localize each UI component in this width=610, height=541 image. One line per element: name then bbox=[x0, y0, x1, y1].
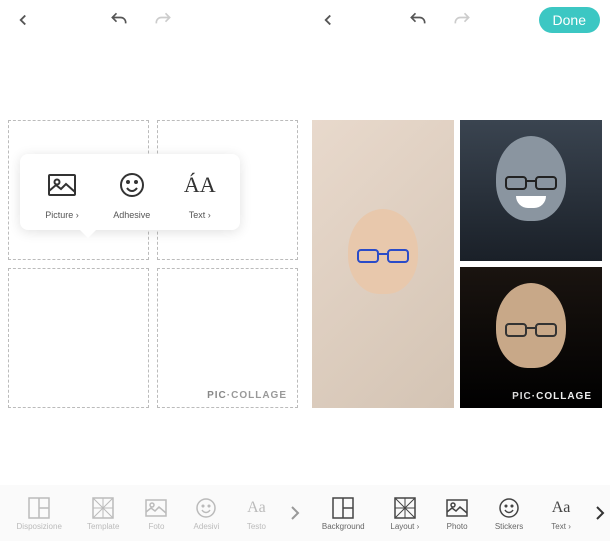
tool-label: Template bbox=[87, 522, 119, 531]
tool-label: Stickers bbox=[495, 522, 523, 531]
tool-background[interactable]: Background bbox=[322, 496, 365, 531]
redo-icon[interactable] bbox=[449, 7, 475, 33]
tool-disposizione[interactable]: Disposizione bbox=[17, 496, 62, 531]
text-tool-icon: Aa bbox=[244, 496, 268, 520]
tool-label: Background bbox=[322, 522, 365, 531]
template-icon bbox=[91, 496, 115, 520]
sticker-icon bbox=[497, 496, 521, 520]
collage-photo[interactable] bbox=[312, 120, 454, 408]
tool-adesivi[interactable]: Adesivi bbox=[194, 496, 220, 531]
tool-stickers[interactable]: Stickers bbox=[495, 496, 523, 531]
tool-testo[interactable]: Aa Testo bbox=[244, 496, 268, 531]
popup-adhesive-button[interactable]: Adhesive bbox=[113, 170, 150, 220]
smiley-icon bbox=[117, 170, 147, 200]
collage-cell[interactable]: PIC·COLLAGE bbox=[157, 268, 298, 408]
text-tool-icon: Aa bbox=[549, 496, 573, 520]
tool-label: Text › bbox=[551, 522, 571, 531]
left-topbar bbox=[0, 0, 305, 40]
undo-icon[interactable] bbox=[405, 7, 431, 33]
photo-icon bbox=[144, 496, 168, 520]
tool-label: Disposizione bbox=[17, 522, 62, 531]
add-popup: Picture › Adhesive ÁA Text › bbox=[20, 154, 240, 230]
tool-label: Foto bbox=[148, 522, 164, 531]
tool-foto[interactable]: Foto bbox=[144, 496, 168, 531]
done-button[interactable]: Done bbox=[539, 7, 600, 33]
back-icon[interactable] bbox=[10, 7, 36, 33]
tool-text[interactable]: Aa Text › bbox=[549, 496, 573, 531]
layout-icon bbox=[331, 496, 355, 520]
undo-icon[interactable] bbox=[106, 7, 132, 33]
template-icon bbox=[393, 496, 417, 520]
tool-label: Layout › bbox=[390, 522, 419, 531]
collage-cell[interactable] bbox=[8, 268, 149, 408]
toolbar-next-icon[interactable] bbox=[285, 505, 305, 521]
collage-photo[interactable]: PIC·COLLAGE bbox=[460, 267, 602, 408]
redo-icon[interactable] bbox=[150, 7, 176, 33]
sticker-icon bbox=[194, 496, 218, 520]
right-collage-canvas: PIC·COLLAGE bbox=[312, 120, 602, 408]
watermark: PIC·COLLAGE bbox=[207, 390, 287, 401]
popup-picture-button[interactable]: Picture › bbox=[45, 170, 79, 220]
popup-text-label: Text › bbox=[189, 210, 211, 220]
popup-picture-label: Picture › bbox=[45, 210, 79, 220]
layout-icon bbox=[27, 496, 51, 520]
tool-template[interactable]: Template bbox=[87, 496, 119, 531]
photo-icon bbox=[445, 496, 469, 520]
tool-layout[interactable]: Layout › bbox=[390, 496, 419, 531]
tool-label: Testo bbox=[247, 522, 266, 531]
right-topbar: Done bbox=[305, 0, 610, 40]
tool-label: Adesivi bbox=[194, 522, 220, 531]
popup-adhesive-label: Adhesive bbox=[113, 210, 150, 220]
popup-text-button[interactable]: ÁA Text › bbox=[185, 170, 215, 220]
share-icon[interactable] bbox=[315, 7, 341, 33]
bottom-toolbar: Disposizione Template Foto Adesivi Aa Te… bbox=[0, 485, 610, 541]
toolbar-next-icon[interactable] bbox=[590, 505, 610, 521]
tool-label: Photo bbox=[447, 522, 468, 531]
collage-photo[interactable] bbox=[460, 120, 602, 261]
picture-icon bbox=[47, 170, 77, 200]
tool-photo[interactable]: Photo bbox=[445, 496, 469, 531]
text-icon: ÁA bbox=[185, 170, 215, 200]
watermark: PIC·COLLAGE bbox=[512, 391, 592, 402]
